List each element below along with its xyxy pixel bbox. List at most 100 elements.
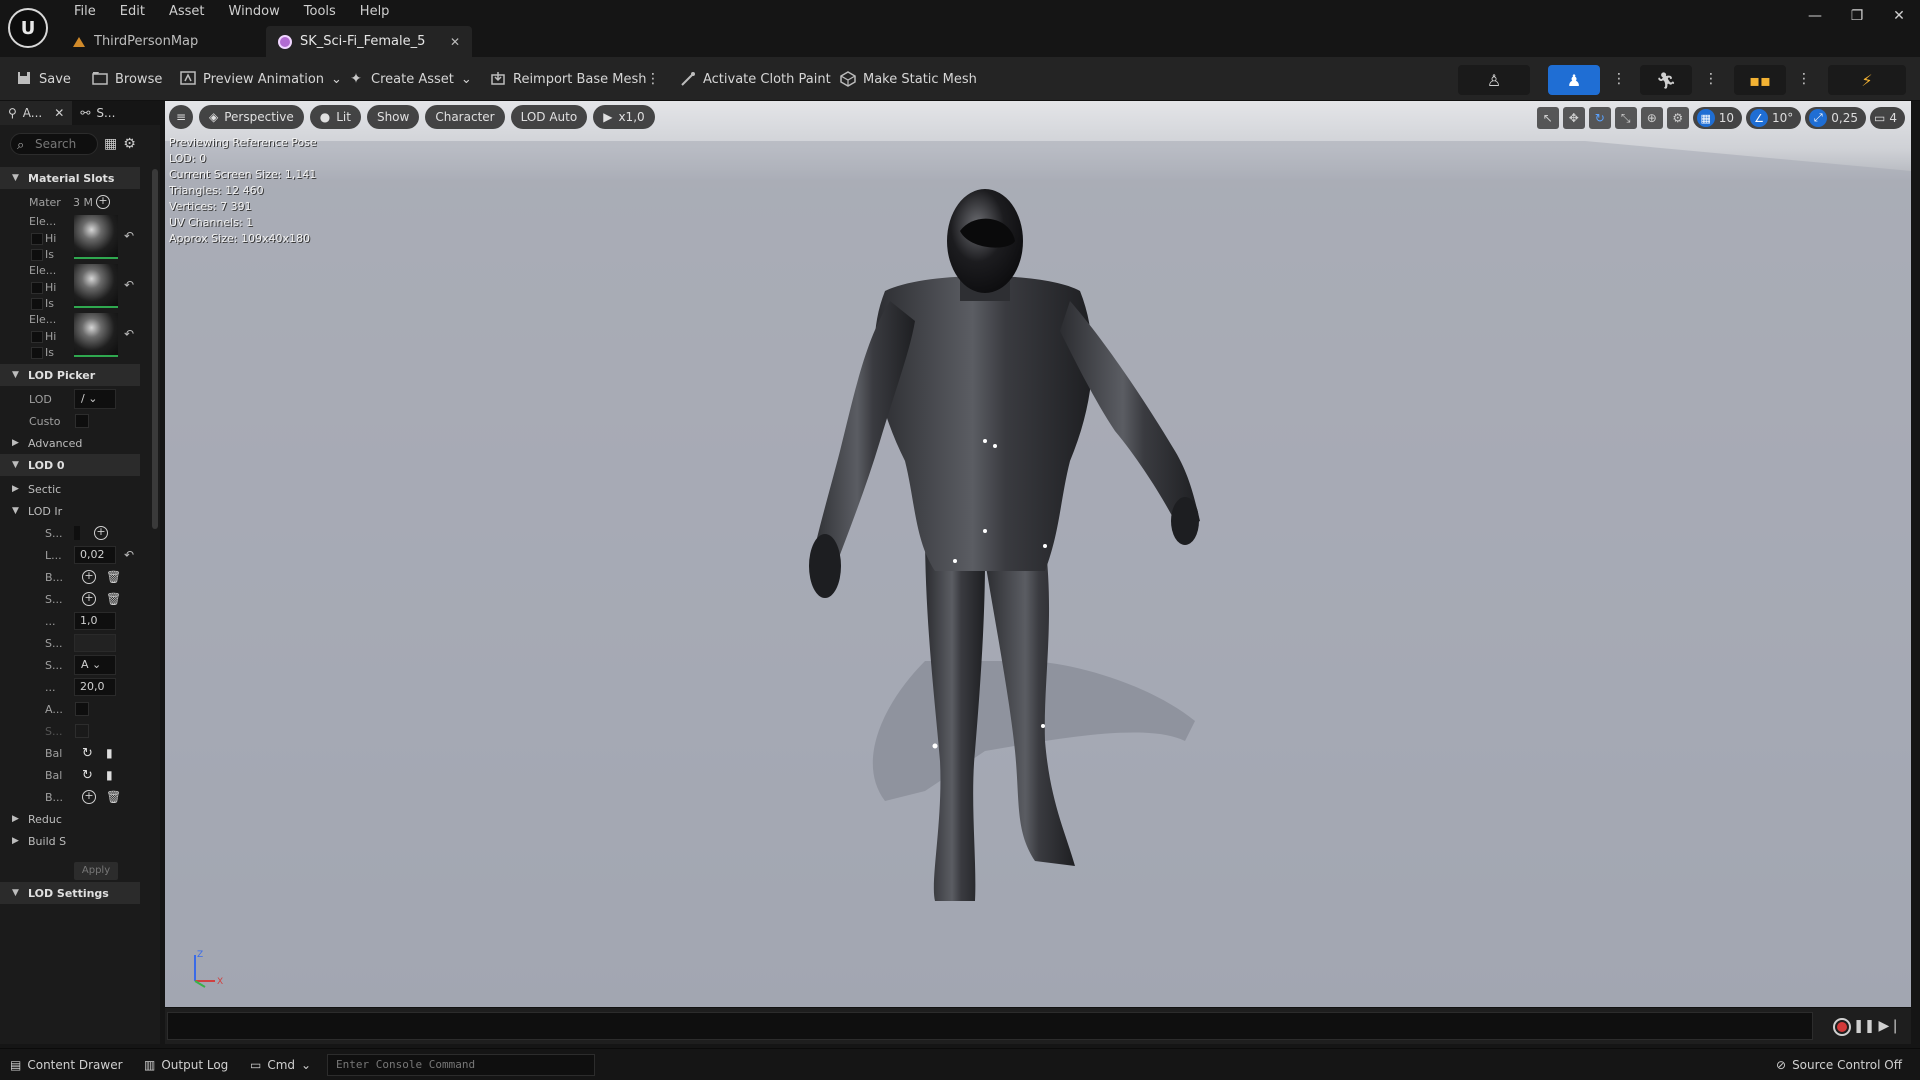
custom-lod-checkbox[interactable] — [75, 414, 89, 428]
step-forward-button[interactable]: ▶❘ — [1879, 1018, 1902, 1034]
trash-icon[interactable]: 🗑︎ — [106, 570, 121, 584]
browse-button[interactable]: Browse — [92, 65, 162, 93]
console-command-input[interactable]: Enter Console Command — [327, 1054, 595, 1076]
search-input[interactable]: ⌕ Search — [10, 133, 98, 155]
rotate-icon[interactable]: ↻ — [1588, 107, 1611, 129]
add-element-icon[interactable]: + — [82, 592, 96, 606]
restore-icon[interactable]: ❐ — [1836, 0, 1878, 32]
menu-file[interactable]: File — [62, 3, 108, 21]
lod-info-expander[interactable]: ▼ LOD Ir — [0, 500, 150, 522]
tab-asset-details[interactable]: ⚲ A... ✕ — [0, 101, 73, 125]
isolate-checkbox[interactable] — [31, 249, 43, 261]
section-lod-picker[interactable]: ▼ LOD Picker — [0, 364, 140, 386]
skeleton-mode-button[interactable]: ♙ — [1458, 65, 1530, 95]
section-material-slots[interactable]: ▼ Material Slots — [0, 167, 140, 189]
mesh-mode-options-icon[interactable]: ⋮ — [1612, 71, 1626, 87]
world-space-icon[interactable]: ⊕ — [1640, 107, 1663, 129]
scale-snap-control[interactable]: ⤢ 0,25 — [1805, 107, 1867, 129]
reimport-base-mesh-button[interactable]: Reimport Base Mesh — [490, 65, 647, 93]
playback-speed-button[interactable]: ▶ x1,0 — [593, 105, 655, 129]
reduction-expander[interactable]: ▶ Reduc — [0, 808, 150, 830]
section-lod-settings[interactable]: ▼ LOD Settings — [0, 882, 140, 904]
close-tab-icon[interactable]: ✕ — [450, 35, 460, 49]
trash-icon[interactable]: 🗑︎ — [106, 592, 121, 606]
lod-auto-button[interactable]: LOD Auto — [510, 105, 588, 129]
output-log-button[interactable]: ▥ Output Log — [144, 1056, 228, 1074]
viewport-menu-icon[interactable]: ≡ — [169, 105, 193, 129]
camera-speed-control[interactable]: ▭ 4 — [1870, 107, 1905, 129]
menu-help[interactable]: Help — [348, 3, 402, 21]
add-element-icon[interactable]: + — [82, 790, 96, 804]
menu-edit[interactable]: Edit — [108, 3, 157, 21]
close-tab-icon[interactable]: ✕ — [54, 101, 64, 125]
isolate-checkbox[interactable] — [31, 298, 43, 310]
revert-icon[interactable]: ↶ — [124, 327, 134, 341]
lit-button[interactable]: ● Lit — [309, 105, 361, 129]
activate-cloth-paint-button[interactable]: Activate Cloth Paint — [680, 65, 831, 93]
create-asset-dropdown[interactable]: ✦ Create Asset ⌄ — [348, 65, 472, 93]
mesh-mode-button[interactable]: ♟ — [1548, 65, 1600, 95]
revert-icon[interactable]: ↶ — [124, 229, 134, 243]
revert-icon[interactable]: ↶ — [124, 548, 134, 562]
gear-icon[interactable]: ⚙ — [123, 136, 136, 152]
tab-skeleton-tree[interactable]: ⚯ S... — [72, 101, 123, 125]
table-view-icon[interactable]: ▦ — [104, 136, 117, 152]
advanced-expander[interactable]: ▶ Advanced — [0, 432, 150, 454]
screen-size-field[interactable]: 0,02 — [74, 546, 116, 564]
reimport-options-icon[interactable]: ⋮ — [646, 71, 660, 87]
panel-scrollbar[interactable] — [152, 169, 158, 529]
surface-snap-icon[interactable]: ⚙ — [1666, 107, 1689, 129]
preview-animation-dropdown[interactable]: Preview Animation ⌄ — [180, 65, 342, 93]
close-window-icon[interactable]: ✕ — [1878, 0, 1920, 32]
build-settings-expander[interactable]: ▶ Build S — [0, 830, 150, 852]
hide-checkbox[interactable] — [31, 331, 43, 343]
perspective-button[interactable]: ◈ Perspective — [199, 105, 304, 129]
cmd-dropdown[interactable]: ▭ Cmd ⌄ — [250, 1056, 311, 1074]
isolate-checkbox[interactable] — [31, 347, 43, 359]
bookmark-icon[interactable]: ▮ — [106, 746, 113, 760]
animation-mode-options-icon[interactable]: ⋮ — [1704, 71, 1718, 87]
add-element-icon[interactable]: + — [82, 570, 96, 584]
numeric-field[interactable]: 20,0 — [74, 678, 116, 696]
sections-expander[interactable]: ▶ Sectic — [0, 478, 150, 500]
animation-mode-button[interactable]: 🏃︎ — [1640, 65, 1692, 95]
show-button[interactable]: Show — [366, 105, 420, 129]
add-material-icon[interactable]: + — [96, 195, 110, 209]
menu-window[interactable]: Window — [217, 3, 292, 21]
mesh-viewport[interactable]: ≡ ◈ Perspective ● Lit Show Character LOD… — [165, 101, 1911, 1007]
make-static-mesh-button[interactable]: Make Static Mesh — [840, 65, 977, 93]
trash-icon[interactable]: 🗑︎ — [106, 790, 121, 804]
material-thumbnail[interactable] — [74, 215, 118, 259]
tab-thirdpersonmap[interactable]: ThirdPersonMap — [60, 26, 266, 57]
bookmark-icon[interactable]: ▮ — [106, 768, 113, 782]
scale-icon[interactable]: ⤡ — [1614, 107, 1637, 129]
option-dropdown[interactable]: A ⌄ — [74, 655, 116, 675]
blueprint-mode-button[interactable]: ▪▪ — [1734, 65, 1786, 95]
select-icon[interactable]: ↖ — [1536, 107, 1559, 129]
rotation-snap-control[interactable]: ∠ 10° — [1746, 107, 1802, 129]
apply-button[interactable]: Apply — [74, 862, 118, 880]
reset-icon[interactable]: ↻ — [82, 746, 93, 761]
pause-button[interactable]: ❚❚ — [1853, 1019, 1875, 1034]
reset-icon[interactable]: ↻ — [82, 768, 93, 783]
character-button[interactable]: Character — [425, 105, 505, 129]
blueprint-mode-options-icon[interactable]: ⋮ — [1797, 71, 1811, 87]
source-control-button[interactable]: ⊘ Source Control Off — [1776, 1056, 1902, 1074]
grid-snap-control[interactable]: ▦ 10 — [1692, 107, 1743, 129]
menu-asset[interactable]: Asset — [157, 3, 217, 21]
numeric-field[interactable]: 1,0 — [74, 612, 116, 630]
option-checkbox[interactable] — [75, 702, 89, 716]
hide-checkbox[interactable] — [31, 233, 43, 245]
timeline-bar[interactable] — [167, 1012, 1813, 1040]
menu-tools[interactable]: Tools — [292, 3, 348, 21]
empty-field[interactable] — [74, 634, 116, 652]
material-thumbnail[interactable] — [74, 264, 118, 308]
hide-checkbox[interactable] — [31, 282, 43, 294]
array-field[interactable] — [74, 526, 80, 540]
physics-mode-button[interactable]: ⚡︎ — [1828, 65, 1906, 95]
minimize-icon[interactable]: — — [1794, 0, 1836, 32]
unreal-logo-icon[interactable]: U — [8, 8, 48, 48]
lod-dropdown[interactable]: / ⌄ — [74, 389, 116, 409]
revert-icon[interactable]: ↶ — [124, 278, 134, 292]
save-button[interactable]: Save — [16, 65, 71, 93]
